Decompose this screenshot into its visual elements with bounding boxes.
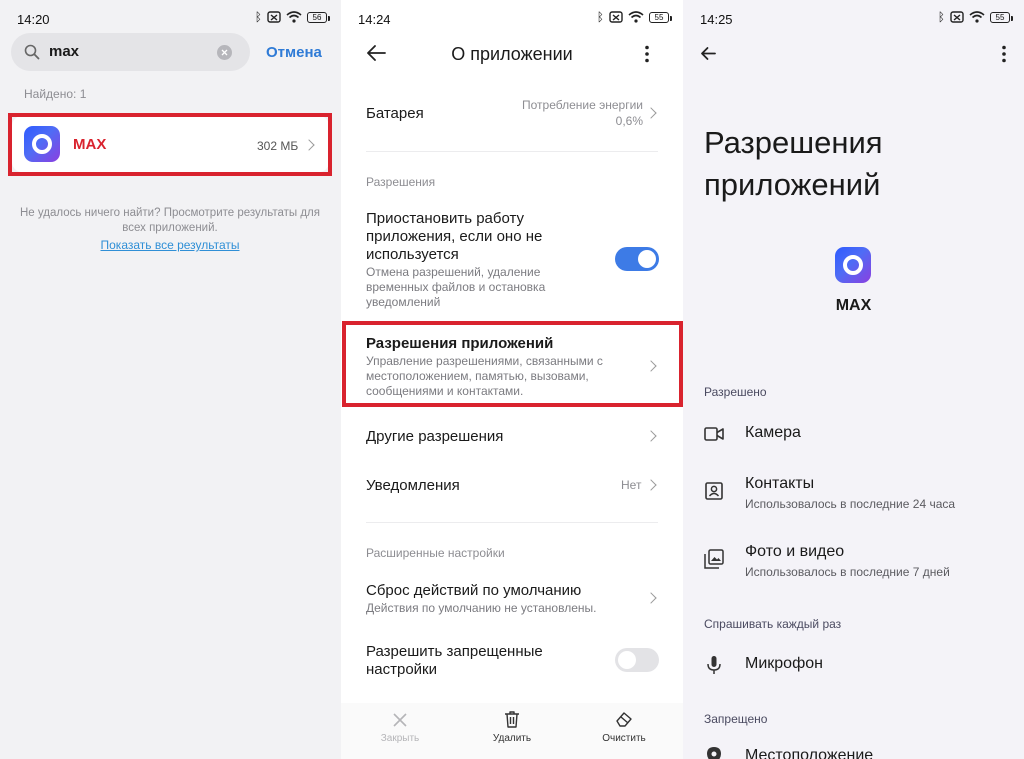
permissions-section-header: Разрешения — [366, 175, 436, 189]
ask-section-header: Спрашивать каждый раз — [704, 617, 842, 631]
chevron-right-icon — [645, 430, 657, 442]
app-name: MAX — [835, 297, 872, 314]
search-icon — [24, 44, 40, 60]
pause-app-toggle[interactable] — [615, 247, 659, 271]
show-all-results-link[interactable]: Показать все результаты — [20, 238, 320, 252]
battery-usage-label: Потребление энергии — [522, 98, 643, 112]
page-title: О приложении — [451, 44, 573, 64]
status-bar: 14:24 ᛒ 55 — [341, 0, 683, 38]
signal-off-icon — [950, 11, 964, 23]
battery-row-title: Батарея — [366, 105, 424, 122]
microphone-icon — [707, 656, 721, 674]
bluetooth-icon: ᛒ — [937, 10, 945, 24]
chevron-right-icon — [645, 479, 657, 491]
chevron-right-icon — [645, 107, 657, 119]
signal-off-icon — [267, 11, 281, 23]
app-info-screen: 14:24 ᛒ 55 О приложении Батарея Потребле… — [341, 0, 683, 759]
cancel-button[interactable]: Отмена — [266, 44, 322, 61]
clear-search-icon[interactable] — [217, 45, 232, 60]
camera-label: Камера — [745, 424, 801, 441]
denied-section-header: Запрещено — [704, 712, 768, 726]
status-icons: ᛒ 56 — [254, 10, 330, 24]
close-icon — [393, 713, 407, 727]
notifications-value: Нет — [621, 478, 642, 492]
more-options-icon[interactable] — [644, 45, 650, 63]
highlight-frame — [8, 113, 332, 176]
signal-off-icon — [609, 11, 623, 23]
eraser-icon — [616, 712, 632, 727]
photos-usage: Использовалось в последние 7 дней — [745, 565, 950, 579]
allowed-section-header: Разрешено — [704, 385, 767, 399]
contacts-label: Контакты — [745, 475, 815, 492]
battery-indicator: 56 — [307, 11, 330, 23]
contacts-icon — [705, 482, 723, 500]
wifi-icon — [628, 11, 644, 23]
back-arrow-icon[interactable] — [700, 46, 716, 61]
bluetooth-icon: ᛒ — [596, 10, 604, 24]
divider — [366, 522, 658, 523]
reset-defaults-title: Сброс действий по умолчанию — [366, 582, 582, 599]
pause-app-title: Приостановить работу приложения, если он… — [366, 210, 543, 263]
location-label: Местоположение — [745, 747, 874, 759]
battery-usage-value: 0,6% — [615, 114, 643, 128]
clear-label: Очистить — [602, 733, 646, 744]
chevron-right-icon — [645, 592, 657, 604]
notifications-title: Уведомления — [366, 477, 460, 494]
camera-icon — [704, 427, 724, 441]
status-icons: ᛒ 55 — [937, 10, 1013, 24]
photos-icon — [704, 549, 724, 569]
status-time: 14:20 — [17, 12, 50, 27]
max-app-icon — [835, 247, 871, 283]
status-icons: ᛒ 55 — [596, 10, 672, 24]
other-permissions-title: Другие разрешения — [366, 428, 504, 445]
reset-defaults-desc: Действия по умолчанию не установлены. — [366, 601, 597, 615]
contacts-usage: Использовалось в последние 24 часа — [745, 497, 956, 511]
search-input[interactable]: max — [11, 33, 250, 71]
page-title: Разрешения приложений — [704, 125, 883, 202]
app-permissions-screen: 14:25 ᛒ 55 Разрешения приложений MAX Раз… — [683, 0, 1024, 759]
pause-app-desc: Отмена разрешений, удаление временных фа… — [366, 265, 546, 309]
divider — [366, 151, 658, 152]
bottom-action-bar: Закрыть Удалить Очистить — [341, 703, 683, 759]
wifi-icon — [969, 11, 985, 23]
restricted-settings-title: Разрешить запрещенные настройки — [366, 643, 543, 678]
location-pin-icon — [707, 747, 721, 759]
status-time: 14:24 — [358, 12, 391, 27]
highlight-frame — [342, 321, 683, 407]
search-query: max — [49, 43, 80, 60]
results-count: Найдено: 1 — [24, 87, 87, 101]
more-options-icon[interactable] — [1001, 45, 1007, 63]
status-time: 14:25 — [700, 12, 733, 27]
no-result-hint: Не удалось ничего найти? Просмотрите рез… — [20, 207, 320, 234]
advanced-section-header: Расширенные настройки — [366, 546, 505, 560]
photos-label: Фото и видео — [745, 543, 845, 560]
battery-indicator: 55 — [649, 11, 672, 23]
delete-label: Удалить — [492, 733, 532, 744]
microphone-label: Микрофон — [745, 655, 823, 672]
restricted-settings-toggle[interactable] — [615, 648, 659, 672]
search-screen: 14:20 ᛒ 56 max Отмена Найдено: 1 MAX 302… — [0, 0, 341, 759]
status-bar: 14:25 ᛒ 55 — [683, 0, 1024, 38]
trash-icon — [505, 711, 519, 728]
wifi-icon — [286, 11, 302, 23]
close-label: Закрыть — [380, 733, 420, 744]
bluetooth-icon: ᛒ — [254, 10, 262, 24]
battery-indicator: 55 — [990, 11, 1013, 23]
